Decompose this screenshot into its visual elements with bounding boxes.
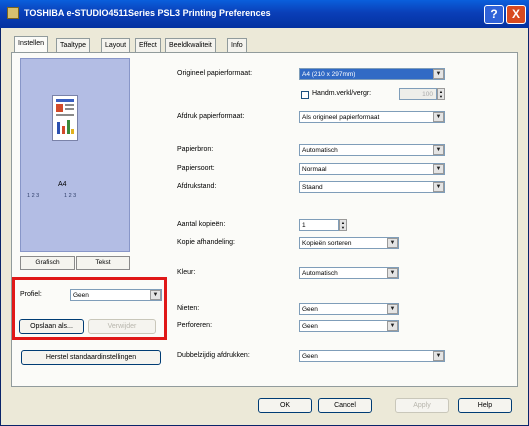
copy-handling-label: Kopie afhandeling: <box>177 239 235 246</box>
print-size-select[interactable]: Als origineel papierformaat <box>299 111 445 123</box>
copies-input[interactable]: 1 <box>299 219 339 231</box>
tab-instellen[interactable]: Instellen <box>14 36 49 53</box>
color-select[interactable]: Automatisch <box>299 267 399 279</box>
preview-badge-right: 1 2 3 <box>64 193 77 199</box>
chevron-down-icon: ▼ <box>150 290 161 300</box>
profile-select[interactable]: Geen <box>70 289 162 301</box>
color-label: Kleur: <box>177 269 196 276</box>
stapling-label: Nieten: <box>177 305 200 312</box>
help-dialog-button[interactable]: Help <box>458 398 512 413</box>
original-size-label: Origineel papierformaat: <box>177 70 253 77</box>
manual-feed-label: Handm.verkl/vergr: <box>312 90 372 97</box>
paper-source-select[interactable]: Automatisch <box>299 144 445 156</box>
tab-info[interactable]: Info <box>227 38 247 52</box>
paper-size-label: A4 <box>58 181 67 188</box>
manual-feed-checkbox[interactable] <box>301 91 309 99</box>
close-button[interactable]: X <box>506 5 526 24</box>
copies-label: Aantal kopieën: <box>177 221 226 228</box>
original-size-select[interactable]: A4 (210 x 297mm) <box>299 68 445 80</box>
copies-spinner[interactable]: ▲ ▼ <box>339 219 347 231</box>
punching-select[interactable]: Geen <box>299 320 399 332</box>
graphic-view-button[interactable]: Grafisch <box>20 256 75 270</box>
document-preview-icon <box>56 99 74 134</box>
paper-type-select[interactable]: Normaal <box>299 163 445 175</box>
chevron-down-icon: ▼ <box>433 145 444 155</box>
printer-icon <box>7 7 19 19</box>
chevron-down-icon: ▼ <box>433 69 444 79</box>
window-title: TOSHIBA e-STUDIO4511Series PSL3 Printing… <box>24 8 271 18</box>
orientation-label: Afdrukstand: <box>177 183 217 190</box>
preview-badge-left: 1 2 3 <box>27 193 40 199</box>
ok-button[interactable]: OK <box>258 398 312 413</box>
text-view-button[interactable]: Tekst <box>76 256 130 270</box>
chevron-down-icon: ▼ <box>387 321 398 331</box>
duplex-select[interactable]: Geen <box>299 350 445 362</box>
stapling-select[interactable]: Geen <box>299 303 399 315</box>
paper-source-label: Papierbron: <box>177 146 214 153</box>
cancel-button[interactable]: Cancel <box>318 398 372 413</box>
tab-layout[interactable]: Layout <box>101 38 131 52</box>
paper-type-label: Papiersoort: <box>177 165 215 172</box>
profile-label: Profiel: <box>20 291 42 298</box>
chevron-down-icon: ▼ <box>433 351 444 361</box>
chevron-down-icon: ▼ <box>387 304 398 314</box>
chevron-down-icon: ▼ <box>387 238 398 248</box>
tab-taaltype[interactable]: Taaltype <box>56 38 91 52</box>
orientation-select[interactable]: Staand <box>299 181 445 193</box>
copy-handling-select[interactable]: Kopieën sorteren <box>299 237 399 249</box>
duplex-label: Dubbelzijdig afdrukken: <box>177 352 250 359</box>
print-size-label: Afdruk papierformaat: <box>177 113 245 120</box>
tab-effect[interactable]: Effect <box>135 38 161 52</box>
chevron-down-icon: ▼ <box>433 164 444 174</box>
delete-profile-button[interactable]: Verwijder <box>88 319 156 334</box>
tab-beeldkwaliteit[interactable]: Beeldkwaliteit <box>165 38 216 52</box>
apply-button[interactable]: Apply <box>395 398 449 413</box>
punching-label: Perforeren: <box>177 322 213 329</box>
page-thumbnail <box>52 95 78 141</box>
save-as-button[interactable]: Opslaan als... <box>19 319 84 334</box>
chevron-down-icon: ▼ <box>433 112 444 122</box>
chevron-down-icon: ▼ <box>387 268 398 278</box>
manual-feed-input[interactable]: 100 <box>399 88 437 100</box>
help-button[interactable]: ? <box>484 5 504 24</box>
chevron-down-icon: ▼ <box>433 182 444 192</box>
restore-defaults-button[interactable]: Herstel standaardinstellingen <box>21 350 161 365</box>
print-preview <box>20 58 130 252</box>
manual-feed-spinner[interactable]: ▲ ▼ <box>437 88 445 100</box>
